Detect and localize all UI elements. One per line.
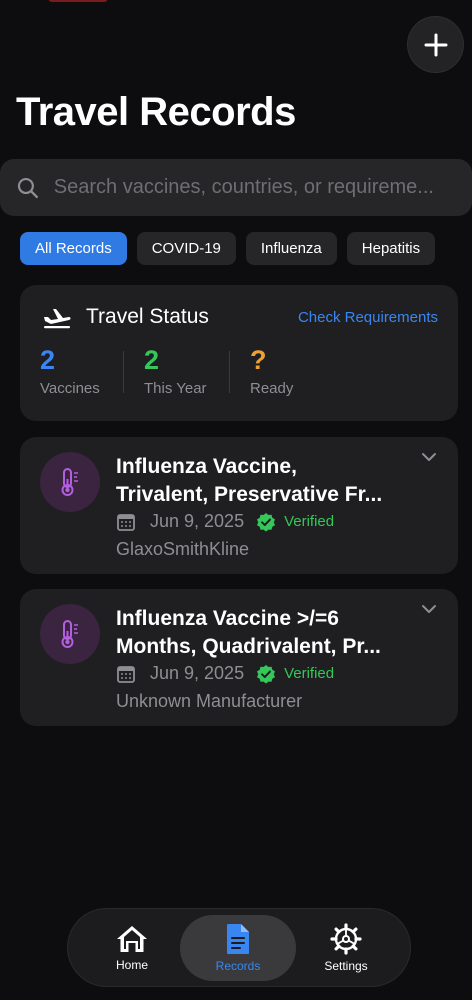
verified-label: Verified bbox=[284, 665, 335, 682]
house-icon bbox=[117, 926, 147, 952]
stat-divider bbox=[123, 351, 124, 393]
search-bar[interactable] bbox=[0, 159, 472, 216]
verified-label: Verified bbox=[284, 513, 335, 530]
tab-settings-label: Settings bbox=[324, 959, 368, 973]
plus-icon bbox=[424, 33, 447, 56]
verified-badge-icon bbox=[257, 512, 276, 532]
record-manufacturer: GlaxoSmithKline bbox=[116, 539, 250, 559]
stat-ready-label: Ready bbox=[250, 380, 294, 397]
tab-records[interactable]: Records bbox=[180, 915, 296, 981]
record-manufacturer: Unknown Manufacturer bbox=[116, 691, 303, 711]
record-title-line: Months, Quadrivalent, Pr... bbox=[116, 635, 381, 658]
record-meta: Jun 9, 2025 Verified bbox=[116, 511, 334, 532]
travel-status-title: Travel Status bbox=[86, 305, 209, 328]
filter-chip-influenza[interactable]: Influenza bbox=[245, 232, 337, 265]
record-date: Jun 9, 2025 bbox=[150, 663, 245, 683]
record-card[interactable]: Influenza Vaccine, Trivalent, Preservati… bbox=[20, 437, 458, 574]
airplane-departure-icon bbox=[44, 309, 71, 329]
stat-ready-value: ? bbox=[250, 345, 267, 375]
record-title-line: Influenza Vaccine >/=6 bbox=[116, 607, 339, 630]
filter-chips: All Records COVID-19 Influenza Hepatitis bbox=[20, 232, 436, 265]
record-title: Influenza Vaccine >/=6 Months, Quadrival… bbox=[116, 605, 416, 661]
tab-records-label: Records bbox=[215, 959, 261, 973]
calendar-icon bbox=[117, 665, 135, 683]
record-date: Jun 9, 2025 bbox=[150, 511, 245, 531]
page-title: Travel Records bbox=[16, 90, 296, 134]
record-icon-circle bbox=[40, 452, 100, 512]
search-icon bbox=[17, 177, 38, 198]
stat-vaccines: 2 Vaccines bbox=[40, 345, 100, 397]
record-card[interactable]: Influenza Vaccine >/=6 Months, Quadrival… bbox=[20, 589, 458, 726]
verified-badge-icon bbox=[257, 664, 276, 684]
top-status-indicator bbox=[48, 0, 108, 2]
record-icon-circle bbox=[40, 604, 100, 664]
search-input[interactable] bbox=[51, 175, 472, 200]
record-title: Influenza Vaccine, Trivalent, Preservati… bbox=[116, 453, 416, 509]
tab-home[interactable]: Home bbox=[74, 915, 190, 981]
stat-this-year: 2 This Year bbox=[144, 345, 207, 397]
calendar-icon bbox=[117, 513, 135, 531]
stat-divider bbox=[229, 351, 230, 393]
record-title-line: Trivalent, Preservative Fr... bbox=[116, 483, 383, 506]
add-record-button[interactable] bbox=[408, 17, 463, 72]
record-meta: Jun 9, 2025 Verified bbox=[116, 663, 334, 684]
tab-settings[interactable]: Settings bbox=[288, 915, 404, 981]
record-title-line: Influenza Vaccine, bbox=[116, 455, 297, 478]
chevron-down-icon[interactable] bbox=[420, 603, 438, 615]
stat-this-year-label: This Year bbox=[144, 380, 207, 397]
stat-ready: ? Ready bbox=[250, 345, 293, 397]
travel-status-card: Travel Status Check Requirements 2 Vacci… bbox=[20, 285, 458, 421]
tab-home-label: Home bbox=[115, 958, 148, 972]
filter-chip-covid19[interactable]: COVID-19 bbox=[136, 232, 236, 265]
thermometer-icon bbox=[61, 620, 78, 648]
check-requirements-link[interactable]: Check Requirements bbox=[298, 309, 438, 326]
chevron-down-icon[interactable] bbox=[420, 451, 438, 463]
gear-icon bbox=[330, 923, 362, 955]
stat-vaccines-label: Vaccines bbox=[40, 380, 100, 397]
filter-chip-hepatitis[interactable]: Hepatitis bbox=[346, 232, 436, 265]
stat-this-year-value: 2 bbox=[144, 345, 160, 375]
bottom-tab-bar: Home Records Settings bbox=[68, 909, 410, 986]
document-icon bbox=[227, 924, 249, 954]
thermometer-icon bbox=[61, 468, 78, 496]
filter-chip-all-records[interactable]: All Records bbox=[20, 232, 127, 265]
stat-vaccines-value: 2 bbox=[40, 345, 56, 375]
